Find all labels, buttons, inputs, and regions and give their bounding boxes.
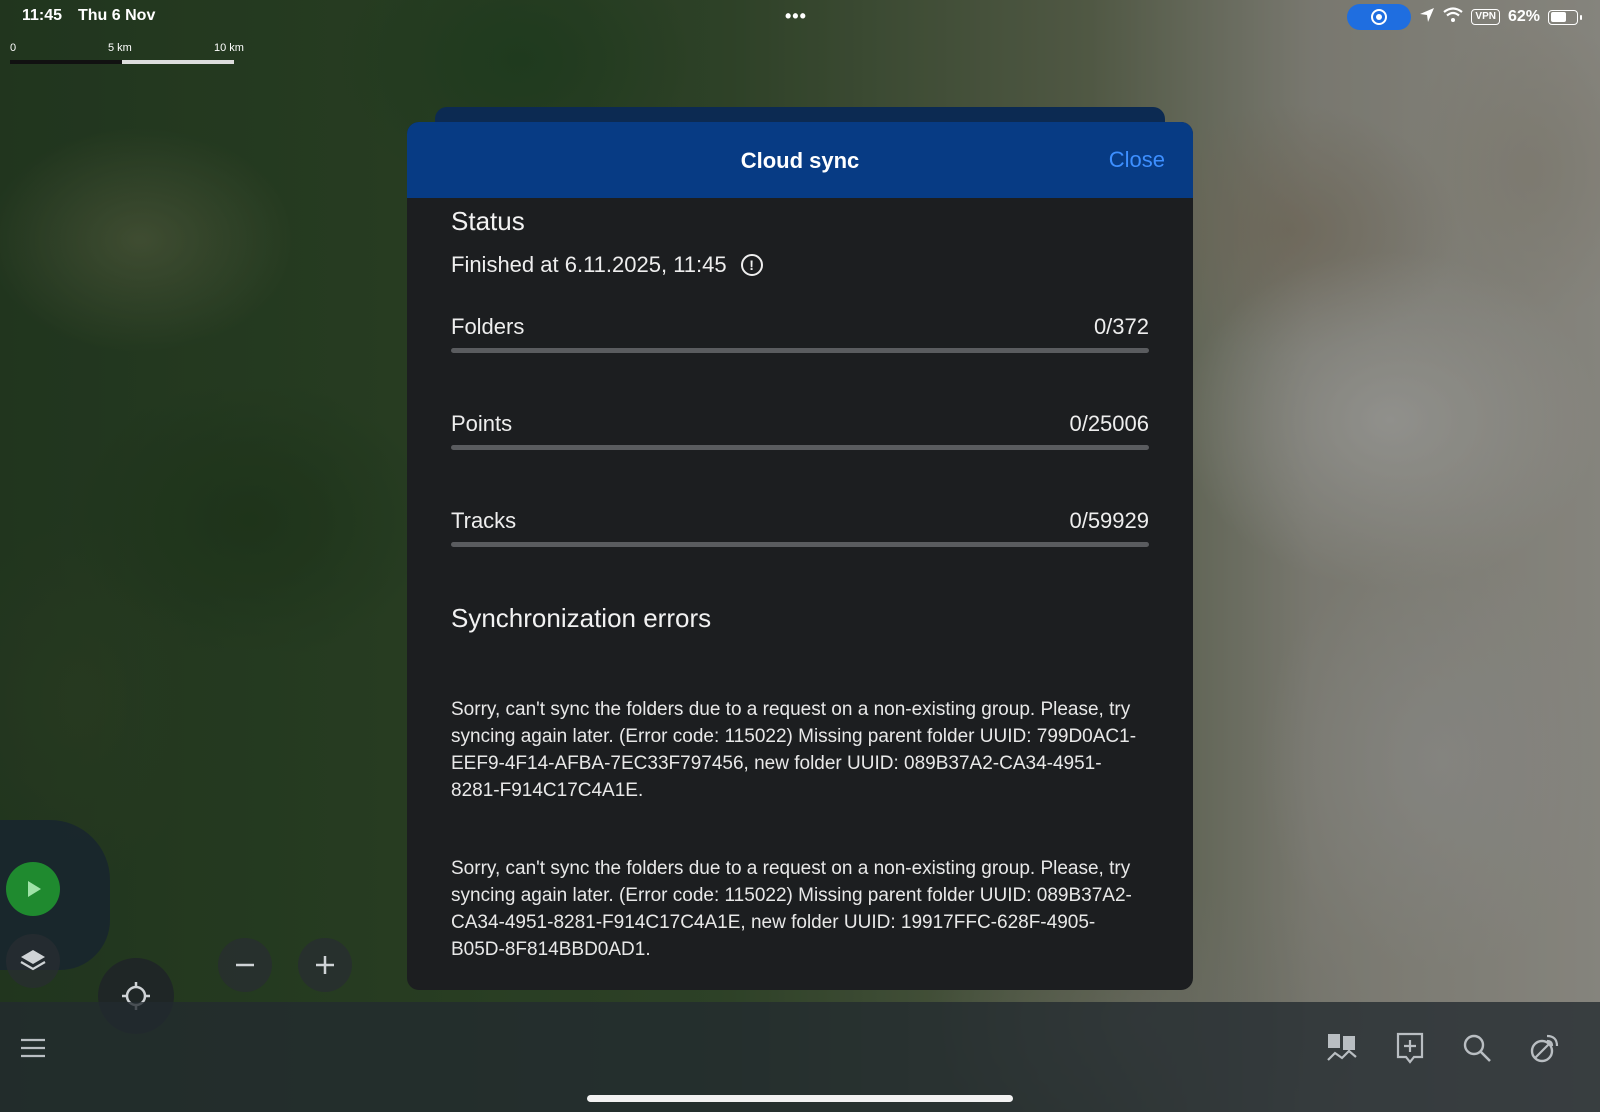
status-time: 11:45	[22, 7, 63, 24]
folders-progress: Folders 0/372	[451, 314, 1149, 353]
vpn-badge: VPN	[1471, 9, 1500, 25]
folders-count: 0/372	[1093, 314, 1149, 339]
battery-level-fill	[1550, 12, 1566, 22]
zoom-in-icon[interactable]	[298, 938, 352, 992]
status-date: Thu 6 Nov	[78, 7, 156, 24]
satellite-icon[interactable]	[1525, 1028, 1565, 1068]
tracks-progress: Tracks 0/59929	[451, 508, 1149, 547]
tracks-progress-bar	[451, 542, 1149, 547]
multitask-dots-icon[interactable]: •••	[785, 6, 807, 27]
search-icon[interactable]	[1457, 1028, 1497, 1068]
dialog-header: Cloud sync Close	[407, 122, 1193, 198]
status-heading: Status	[451, 206, 525, 236]
map-scale-bar: 0 5 km 10 km	[10, 42, 250, 66]
scale-segment-dark	[10, 60, 122, 64]
maps-icon[interactable]	[1322, 1028, 1362, 1068]
play-icon[interactable]	[6, 862, 60, 916]
scale-label-0: 0	[10, 42, 17, 54]
tracks-count: 0/59929	[1069, 508, 1149, 533]
battery-percent: 62%	[1507, 8, 1540, 25]
points-progress: Points 0/25006	[451, 411, 1149, 450]
finished-text: Finished at 6.11.2025, 11:45	[451, 252, 727, 277]
sync-error-message: Sorry, can't sync the folders due to a r…	[451, 858, 1132, 960]
scale-segment-light	[122, 60, 234, 64]
home-indicator[interactable]	[587, 1095, 1013, 1102]
points-count: 0/25006	[1069, 411, 1149, 436]
add-point-icon[interactable]	[1390, 1028, 1430, 1068]
wifi-icon	[1443, 6, 1464, 28]
dialog-title: Cloud sync	[740, 148, 860, 173]
status-bar: 11:45 Thu 6 Nov ••• VPN 62%	[0, 0, 1600, 34]
location-arrow-icon	[1419, 7, 1435, 28]
tracks-label: Tracks	[451, 508, 517, 533]
folders-progress-bar	[451, 348, 1149, 353]
finished-row: Finished at 6.11.2025, 11:45 !	[451, 252, 1149, 278]
sync-errors-heading: Synchronization errors	[451, 603, 712, 633]
screen-mirroring-icon[interactable]	[1347, 4, 1412, 30]
cloud-sync-dialog: Cloud sync Close Status Finished at 6.11…	[407, 122, 1193, 990]
sync-error-message: Sorry, can't sync the folders due to a r…	[451, 699, 1137, 801]
scale-label-5km: 5 km	[108, 42, 132, 54]
dialog-body[interactable]: Status Finished at 6.11.2025, 11:45 ! Fo…	[407, 206, 1193, 963]
scale-label-10km: 10 km	[214, 42, 244, 54]
points-progress-bar	[451, 445, 1149, 450]
status-right-group: VPN 62%	[1347, 4, 1582, 30]
close-button[interactable]: Close	[1109, 147, 1165, 173]
info-icon[interactable]: !	[740, 254, 763, 276]
menu-icon[interactable]	[13, 1028, 53, 1068]
points-label: Points	[451, 411, 513, 436]
layers-icon[interactable]	[6, 934, 60, 988]
battery-icon	[1548, 9, 1582, 25]
zoom-out-icon[interactable]	[218, 938, 272, 992]
folders-label: Folders	[451, 314, 525, 339]
